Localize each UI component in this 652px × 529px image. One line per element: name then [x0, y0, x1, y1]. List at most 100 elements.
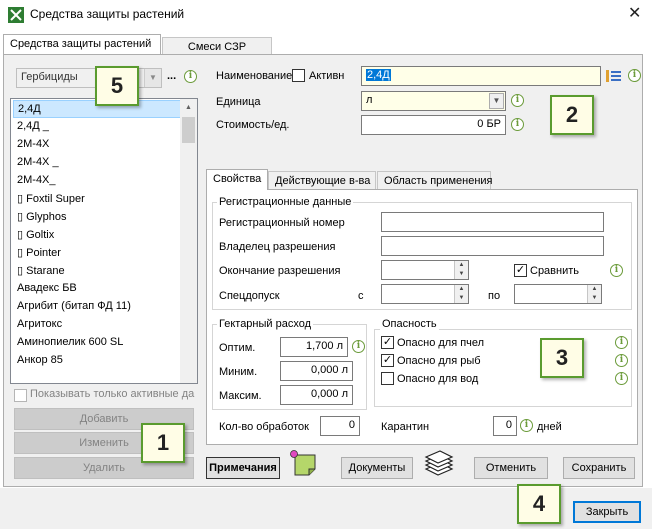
list-item[interactable]: Анкор 85: [13, 352, 181, 370]
filter-more-button[interactable]: ...: [167, 70, 176, 82]
documents-button[interactable]: Документы: [341, 457, 413, 479]
scroll-thumb[interactable]: [182, 117, 195, 143]
reg-number-label: Регистрационный номер: [219, 217, 345, 229]
cost-value: 0 БР: [477, 118, 501, 130]
water-info-icon[interactable]: i: [615, 372, 628, 385]
callout-5: 5: [95, 66, 139, 106]
expiry-date-input[interactable]: ▲ ▼: [381, 260, 469, 280]
optim-value: 1,700 л: [305, 340, 343, 352]
app-icon: [8, 7, 24, 23]
special-from-spinner[interactable]: ▲ ▼: [454, 285, 468, 303]
list-scrollbar[interactable]: ▲: [180, 99, 197, 383]
chevron-down-icon[interactable]: ▼: [144, 69, 161, 87]
optim-input[interactable]: 1,700 л: [280, 337, 348, 357]
hectare-title: Гектарный расход: [217, 318, 314, 330]
registration-title: Регистрационные данные: [217, 196, 354, 208]
name-value: 2,4Д: [366, 69, 391, 81]
notes-button[interactable]: Примечания: [206, 457, 280, 479]
max-value: 0,000 л: [310, 388, 348, 400]
scroll-up-icon[interactable]: ▲: [180, 99, 197, 116]
compare-label: Сравнить: [530, 265, 580, 277]
treatments-value: 0: [348, 419, 355, 431]
filter-select[interactable]: Гербициды: [16, 68, 162, 88]
special-to-spinner[interactable]: ▲ ▼: [587, 285, 601, 303]
list-item[interactable]: ▯ Goltix: [13, 226, 181, 244]
owner-input[interactable]: [381, 236, 604, 256]
list-item[interactable]: Авадекс БВ: [13, 280, 181, 298]
list-item[interactable]: 2M-4X: [13, 136, 181, 154]
callout-4: 4: [517, 484, 561, 524]
special-to-input[interactable]: ▲ ▼: [514, 284, 602, 304]
save-button[interactable]: Сохранить: [563, 457, 635, 479]
quarantine-value: 0: [505, 419, 512, 431]
bees-checkbox[interactable]: ✓: [381, 336, 394, 349]
quarantine-label: Карантин: [381, 421, 430, 433]
name-input[interactable]: 2,4Д: [361, 66, 601, 86]
product-list[interactable]: 2,4Д 2,4Д _ 2M-4X 2M-4X _ 2M-4X_ ▯ Foxtil Sup…: [10, 98, 198, 384]
list-item[interactable]: Агрибит (битап ФД 11): [13, 298, 181, 316]
close-button[interactable]: Закрыть: [573, 501, 641, 523]
water-label: Опасно для вод: [397, 373, 479, 385]
compare-checkbox[interactable]: ✓: [514, 264, 527, 277]
quarantine-info-icon[interactable]: i: [520, 419, 533, 432]
max-input[interactable]: 0,000 л: [280, 385, 353, 405]
list-item[interactable]: ▯ Starane: [13, 262, 181, 280]
unit-select[interactable]: л ▼: [361, 91, 506, 111]
expiry-label: Окончание разрешения: [219, 265, 341, 277]
callout-3: 3: [540, 338, 584, 378]
list-edit-icon[interactable]: [605, 68, 623, 84]
name-label: Наименование: [216, 70, 293, 82]
treatments-label: Кол-во обработок: [219, 421, 309, 433]
fish-checkbox[interactable]: ✓: [381, 354, 394, 367]
list-item[interactable]: Агритокс: [13, 316, 181, 334]
unit-value: л: [366, 94, 373, 106]
list-item[interactable]: 2,4Д _: [13, 118, 181, 136]
tab-application-area[interactable]: Область применения: [377, 171, 493, 191]
tab-properties[interactable]: Свойства: [206, 169, 268, 190]
callout-1: 1: [141, 423, 185, 463]
list-item[interactable]: ▯ Foxtil Super: [13, 190, 181, 208]
from-label: с: [358, 290, 364, 302]
water-checkbox[interactable]: [381, 372, 394, 385]
name-info-icon[interactable]: i: [628, 69, 641, 82]
close-window-icon[interactable]: ✕: [628, 3, 641, 23]
treatments-input[interactable]: 0: [320, 416, 360, 436]
cancel-button[interactable]: Отменить: [474, 457, 548, 479]
danger-title: Опасность: [380, 318, 439, 330]
filter-value: Гербициды: [21, 71, 78, 83]
note-icon[interactable]: [289, 449, 319, 479]
list-item[interactable]: 2M-4X _: [13, 154, 181, 172]
list-item[interactable]: ▯ Glyphos: [13, 208, 181, 226]
bees-label: Опасно для пчел: [397, 337, 485, 349]
list-item[interactable]: ▯ Pointer: [13, 244, 181, 262]
list-item[interactable]: Аминопиелик 600 SL: [13, 334, 181, 352]
tab-plant-protection[interactable]: Средства защиты растений: [3, 34, 161, 54]
tab-active-substances[interactable]: Действующие в-ва: [268, 171, 376, 191]
special-label: Спецдопуск: [219, 290, 280, 302]
optim-label: Оптим.: [219, 342, 256, 354]
expiry-spinner[interactable]: ▲ ▼: [454, 261, 468, 279]
to-label: по: [488, 290, 501, 302]
optim-info-icon[interactable]: i: [352, 340, 365, 353]
cost-label: Стоимость/ед.: [216, 119, 290, 131]
cost-input[interactable]: 0 БР: [361, 115, 506, 135]
list-item[interactable]: 2M-4X_: [13, 172, 181, 190]
documents-stack-icon[interactable]: [422, 449, 456, 481]
max-label: Максим.: [219, 390, 262, 402]
min-label: Миним.: [219, 366, 258, 378]
days-label: дней: [537, 421, 562, 433]
special-from-input[interactable]: ▲ ▼: [381, 284, 469, 304]
chevron-down-icon[interactable]: ▼: [489, 93, 504, 109]
unit-info-icon[interactable]: i: [511, 94, 524, 107]
quarantine-input[interactable]: 0: [493, 416, 517, 436]
show-active-checkbox[interactable]: [14, 389, 27, 402]
active-checkbox[interactable]: [292, 69, 305, 82]
bees-info-icon[interactable]: i: [615, 336, 628, 349]
cost-info-icon[interactable]: i: [511, 118, 524, 131]
min-input[interactable]: 0,000 л: [280, 361, 353, 381]
filter-info-icon[interactable]: i: [184, 70, 197, 83]
fish-info-icon[interactable]: i: [615, 354, 628, 367]
reg-number-input[interactable]: [381, 212, 604, 232]
compare-info-icon[interactable]: i: [610, 264, 623, 277]
active-label: Активн: [309, 70, 345, 82]
